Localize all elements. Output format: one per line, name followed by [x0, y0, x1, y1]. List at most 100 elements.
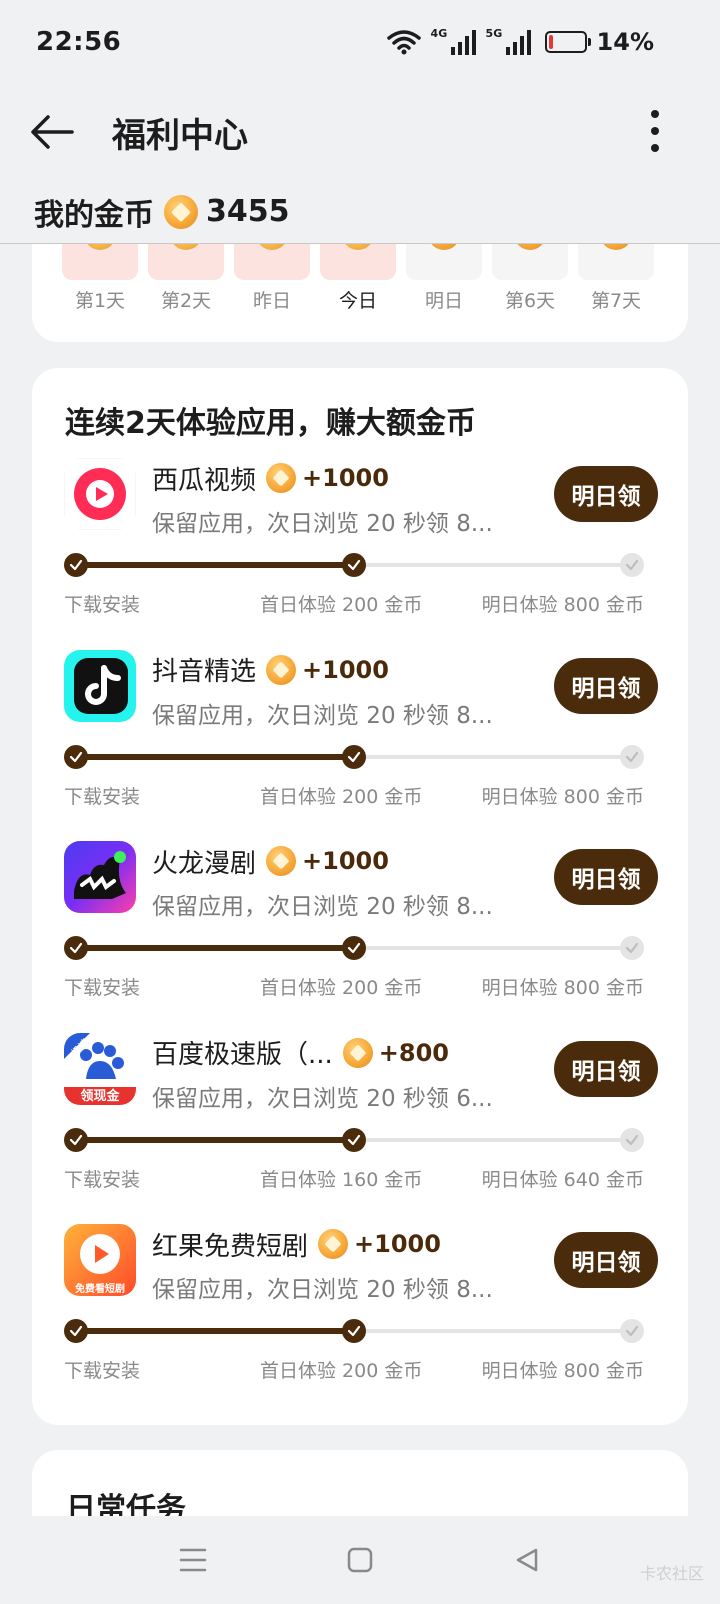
step-label: 首日体验 200 金币: [260, 785, 423, 808]
step-check-icon: [64, 553, 88, 577]
step-check-icon: [64, 1319, 88, 1343]
task-header: 百度极速版（... +800: [152, 1035, 449, 1071]
battery-icon: [544, 31, 591, 53]
step-check-icon: [64, 744, 88, 769]
step-label: 下载安装: [64, 1360, 141, 1382]
step-labels: 下载安装 首日体验 160 金币 明日体验 640 金币: [64, 1165, 644, 1191]
task-description: 保留应用，次日浏览 20 秒领 6...: [152, 1085, 493, 1112]
checkin-day-label: 今日: [338, 290, 377, 312]
reward-amount: +1000: [302, 655, 389, 684]
back-arrow-icon: [31, 115, 74, 149]
step-label: 首日体验 200 金币: [260, 1360, 423, 1382]
step-check-icon: [64, 936, 88, 960]
task-description: 保留应用，次日浏览 20 秒领 8...: [152, 511, 493, 537]
huolong-icon[interactable]: [64, 841, 136, 913]
task-description: 保留应用，次日浏览 20 秒领 8...: [152, 702, 493, 729]
step-check-icon: [620, 936, 644, 960]
task-header: 西瓜视频 +1000: [152, 460, 389, 496]
page-title: 福利中心: [112, 115, 248, 156]
step-labels: 下载安装 首日体验 200 金币 明日体验 800 金币: [64, 973, 644, 999]
step-check-icon: [620, 744, 644, 769]
watermark: 卡农社区: [639, 1564, 704, 1583]
task-item: 抖音精选 +1000 保留应用，次日浏览 20 秒领 8... 明日领下载安装 首日体验…: [64, 649, 658, 808]
step-labels: 下载安装 首日体验 200 金币 明日体验 800 金币: [64, 590, 644, 616]
step-check-icon: [64, 1127, 88, 1152]
progress-fill: [76, 562, 354, 568]
step-label: 首日体验 200 金币: [260, 594, 423, 616]
signal-4g-icon: 4G: [431, 27, 476, 55]
claim-tomorrow-button[interactable]: 明日领: [554, 1232, 658, 1288]
recent-apps-button[interactable]: [163, 1530, 223, 1590]
back-button[interactable]: [30, 102, 100, 162]
step-label: 明日体验 800 金币: [481, 1360, 644, 1382]
app-name: 抖音精选: [152, 657, 257, 687]
reward-amount: +1000: [302, 847, 389, 875]
checkin-day-label: 第1天: [74, 290, 126, 312]
progress-fill: [76, 945, 354, 951]
step-label: 明日体验 640 金币: [481, 1168, 644, 1191]
step-check-icon: [620, 1319, 644, 1343]
gold-coin-icon: [266, 654, 297, 685]
back-triangle-icon: [516, 1548, 537, 1572]
claim-tomorrow-button[interactable]: 明日领: [554, 1040, 658, 1097]
task-description: 保留应用，次日浏览 20 秒领 8...: [152, 894, 493, 920]
nav-bar: 福利中心: [0, 84, 720, 180]
back-nav-button[interactable]: [497, 1530, 557, 1590]
task-progress: [64, 550, 644, 580]
step-check-icon: [342, 936, 366, 960]
claim-tomorrow-button[interactable]: 明日领: [554, 657, 658, 714]
claim-tomorrow-button[interactable]: 明日领: [554, 849, 658, 905]
app-name: 红果免费短剧: [152, 1231, 309, 1262]
status-bar: 22:56 4G 5G 14%: [0, 0, 720, 84]
app-trial-tasks-card: 连续2天体验应用，赚大额金币 西瓜视频 +1000 保留应用，次日浏览 20 秒领 …: [32, 368, 688, 1425]
step-label: 首日体验 200 金币: [260, 977, 423, 999]
step-label: 下载安装: [64, 977, 141, 999]
gold-coin-icon: [342, 1037, 373, 1068]
task-progress: [64, 742, 644, 772]
task-header: 红果免费短剧 +1000: [152, 1226, 441, 1262]
step-check-icon: [342, 1127, 366, 1152]
more-menu-button[interactable]: [640, 106, 670, 156]
icon-caption: 免费看短剧: [75, 1284, 125, 1295]
baidu-lite-icon[interactable]: 极速 领现金: [64, 1032, 136, 1105]
app-name: 百度极速版（...: [152, 1040, 333, 1070]
step-label: 明日体验 800 金币: [481, 977, 644, 999]
douyin-icon[interactable]: [64, 649, 136, 722]
step-label: 明日体验 800 金币: [481, 594, 644, 616]
status-time: 22:56: [36, 27, 122, 57]
wifi-icon: [386, 30, 421, 55]
step-check-icon: [342, 553, 366, 577]
task-item: 西瓜视频 +1000 保留应用，次日浏览 20 秒领 8... 明日领 下载安装 首日体验…: [64, 458, 658, 616]
step-label: 首日体验 160 金币: [260, 1168, 423, 1191]
progress-fill: [76, 753, 354, 760]
task-item: 火龙漫剧 +1000 保留应用，次日浏览 20 秒领 8... 明日领下载安装 首日体验…: [64, 841, 658, 999]
reward-amount: +1000: [354, 1230, 441, 1258]
step-check-icon: [620, 1127, 644, 1152]
coin-balance-label: 我的金币: [34, 197, 154, 233]
checkin-day-label: 第2天: [160, 290, 212, 312]
task-progress: [64, 1125, 644, 1155]
checkin-day-label: 明日: [424, 290, 463, 312]
xigua-video-icon[interactable]: [64, 458, 136, 530]
home-square-icon: [347, 1547, 373, 1573]
progress-fill: [76, 1136, 354, 1143]
battery-percent: 14%: [596, 28, 654, 56]
more-dot-icon: [651, 110, 659, 118]
system-nav-bar: [0, 1516, 720, 1604]
icon-caption: 领现金: [80, 1088, 120, 1104]
task-item: 极速 领现金 百度极速版（... +800 保留应用，次日浏览 20 秒领 6... 明日…: [64, 1032, 658, 1191]
coin-balance-header: 我的金币 3455: [0, 180, 720, 244]
app-name: 火龙漫剧: [152, 848, 257, 879]
coin-balance-amount: 3455: [206, 194, 290, 229]
checkin-day-label: 昨日: [252, 290, 291, 312]
step-label: 下载安装: [64, 785, 141, 808]
task-description: 保留应用，次日浏览 20 秒领 8...: [152, 1277, 493, 1303]
reward-amount: +1000: [302, 464, 389, 492]
home-button[interactable]: [330, 1530, 390, 1590]
tasks-title: 连续2天体验应用，赚大额金币: [65, 406, 476, 441]
progress-fill: [76, 1328, 354, 1334]
claim-tomorrow-button[interactable]: 明日领: [554, 466, 658, 522]
gold-coin-icon: [266, 846, 297, 876]
hongguo-icon[interactable]: 免费看短剧: [64, 1224, 136, 1296]
status-icons: 4G 5G 14%: [386, 27, 654, 56]
